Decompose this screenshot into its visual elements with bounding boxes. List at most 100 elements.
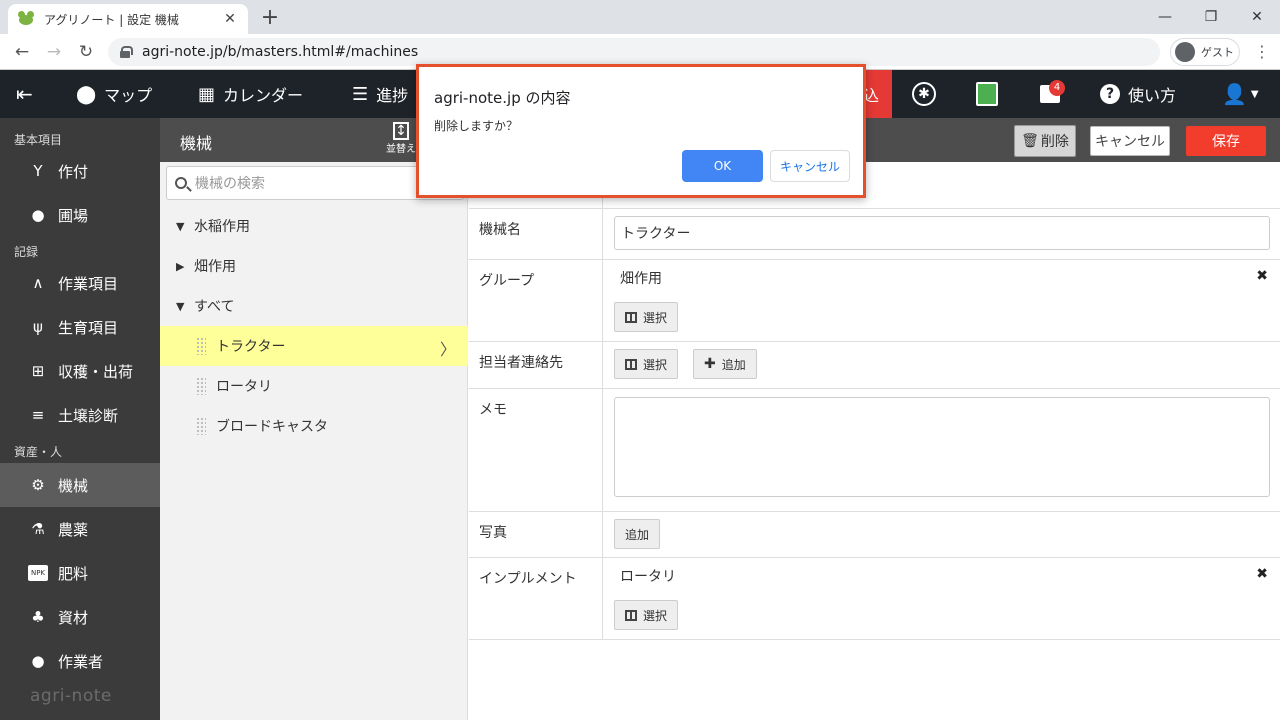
contact-label: 担当者連絡先: [469, 342, 603, 388]
browser-tab[interactable]: アグリノート | 設定 機械 ✕: [8, 4, 248, 34]
machine-name-input[interactable]: トラクター: [614, 216, 1270, 250]
sprout-icon: Y: [33, 162, 43, 180]
url-input[interactable]: agri-note.jp/b/masters.html#/machines: [108, 38, 1160, 66]
list-item-broadcaster[interactable]: ブロードキャスタ: [160, 406, 468, 446]
weather-icon[interactable]: ✱: [912, 70, 936, 118]
contact-select-button[interactable]: 選択: [614, 349, 679, 379]
delete-button[interactable]: 🗑 削除: [1014, 125, 1076, 157]
memo-label: メモ: [469, 389, 603, 511]
group-select-button[interactable]: 選択: [614, 302, 679, 332]
list-item-rotary[interactable]: ロータリ: [160, 366, 468, 406]
help-icon: ?: [1100, 84, 1120, 104]
sidebar-item-pesticides[interactable]: ⚗ 農薬: [0, 507, 160, 551]
book-icon: [625, 358, 637, 370]
reload-icon[interactable]: ↻: [74, 40, 98, 64]
dialog-message: 削除しますか？: [434, 119, 519, 133]
report-icon[interactable]: [976, 70, 998, 118]
user-icon: 👤: [1222, 82, 1247, 106]
memo-textarea[interactable]: [614, 397, 1270, 497]
group-label: グループ: [469, 260, 603, 341]
machine-list-panel: 機械の検索 ▼ 水稲作用 ▶ 畑作用 ▼ すべて トラクター〉 ロータリ ブロードキャ…: [160, 162, 468, 720]
profile-button[interactable]: ゲスト: [1170, 38, 1240, 66]
sidebar-item-work[interactable]: ∧ 作業項目: [0, 261, 160, 305]
sidebar-section-records: 記録: [14, 245, 39, 259]
menu-toggle-icon[interactable]: ⇤: [16, 70, 33, 118]
sidebar-item-fertilizer[interactable]: NPK 肥料: [0, 551, 160, 595]
frog-favicon-icon: [18, 11, 36, 27]
sidebar-item-soil[interactable]: ≡ 土壌診断: [0, 393, 160, 437]
nav-progress[interactable]: ☰ 進捗: [352, 70, 408, 118]
map-pin-icon: ⬤: [76, 83, 97, 105]
flask-icon: ⚗: [31, 520, 45, 538]
drag-handle-icon[interactable]: [196, 337, 206, 355]
sidebar-item-growth[interactable]: ψ 生育項目: [0, 305, 160, 349]
window-close-icon[interactable]: ✕: [1234, 0, 1280, 34]
implement-value: ロータリ: [620, 569, 676, 585]
list-item-tractor[interactable]: トラクター〉: [160, 326, 468, 366]
avatar-icon: [1175, 42, 1195, 62]
confirm-dialog: agri-note.jp の内容 削除しますか？ OK キャンセル: [416, 64, 866, 198]
list-icon: ☰: [352, 83, 369, 105]
page-title: 機械: [180, 134, 213, 153]
drag-handle-icon[interactable]: [196, 377, 206, 395]
lock-icon: [120, 46, 133, 58]
sidebar: 基本項目 Y 作付 ● 圃場 記録 ∧ 作業項目 ψ 生育項目 ⊞ 収穫・出荷 ≡ 土壌診断…: [0, 118, 160, 720]
url-text: agri-note.jp/b/masters.html#/machines: [142, 44, 419, 60]
sliders-icon: ≡: [31, 406, 45, 424]
sidebar-item-workers[interactable]: ● 作業者: [0, 639, 160, 683]
sidebar-section-assets: 資産・人: [14, 445, 63, 459]
chevron-right-icon: 〉: [439, 340, 456, 359]
nav-help[interactable]: ? 使い方: [1100, 70, 1176, 118]
minimize-icon[interactable]: —: [1142, 0, 1188, 34]
name-label: 機械名: [469, 209, 603, 259]
book-icon: [625, 609, 637, 621]
tab-close-icon[interactable]: ✕: [222, 11, 238, 27]
group-field[interactable]: ▶ 畑作用: [160, 246, 468, 286]
tab-title: アグリノート | 設定 機械: [44, 12, 179, 27]
photo-add-button[interactable]: 追加: [614, 519, 661, 549]
npk-icon: NPK: [28, 565, 48, 581]
calendar-icon: ▦: [198, 83, 216, 105]
dialog-ok-button[interactable]: OK: [682, 150, 763, 182]
book-icon: [625, 311, 637, 323]
growth-icon: ψ: [33, 318, 43, 336]
remove-group-icon[interactable]: ✖: [1256, 268, 1268, 284]
forward-icon[interactable]: →: [42, 40, 66, 64]
sidebar-item-harvest[interactable]: ⊞ 収穫・出荷: [0, 349, 160, 393]
basket-icon: ⊞: [31, 362, 45, 380]
machine-form: 機械名 トラクター グループ 畑作用 ✖ 選択 担当者連絡先 選択 ✚ 追加 メモ…: [469, 162, 1280, 640]
new-tab-icon[interactable]: +: [258, 5, 282, 30]
dialog-cancel-button[interactable]: キャンセル: [770, 150, 850, 182]
save-button[interactable]: 保存: [1186, 126, 1266, 156]
sort-button[interactable]: ↕ 並替え: [386, 122, 416, 155]
sidebar-item-materials[interactable]: ♣ 資材: [0, 595, 160, 639]
photo-label: 写真: [469, 512, 603, 557]
group-paddy[interactable]: ▼ 水稲作用: [160, 206, 468, 246]
menu-kebab-icon[interactable]: ⋮: [1252, 42, 1272, 62]
remove-implement-icon[interactable]: ✖: [1256, 566, 1268, 582]
back-icon[interactable]: ←: [10, 40, 34, 64]
form-row-implement: インプルメント ロータリ ✖ 選択: [469, 558, 1280, 640]
nav-map[interactable]: ⬤ マップ: [76, 70, 152, 118]
caret-down-icon: ▼: [1250, 88, 1259, 100]
implement-select-button[interactable]: 選択: [614, 600, 679, 630]
browser-tabstrip: アグリノート | 設定 機械 ✕ + — ❐ ✕: [0, 0, 1280, 34]
sidebar-item-machines[interactable]: ⚙ 機械: [0, 463, 160, 507]
sidebar-item-crops[interactable]: Y 作付: [0, 149, 160, 193]
sidebar-item-fields[interactable]: ● 圃場: [0, 193, 160, 237]
work-icon: ∧: [32, 274, 44, 292]
app-logo: agri-note: [30, 686, 112, 706]
form-row-group: グループ 畑作用 ✖ 選択: [469, 260, 1280, 342]
contact-add-button[interactable]: ✚ 追加: [693, 349, 757, 379]
profile-label: ゲスト: [1201, 46, 1234, 59]
form-row-memo: メモ: [469, 389, 1280, 512]
chat-icon[interactable]: 4: [1040, 70, 1065, 118]
triangle-down-icon: ▼: [176, 299, 185, 313]
person-icon: ●: [31, 652, 45, 670]
restore-icon[interactable]: ❐: [1188, 0, 1234, 34]
user-menu[interactable]: 👤 ▼: [1222, 70, 1259, 118]
nav-calendar[interactable]: ▦ カレンダー: [198, 70, 303, 118]
drag-handle-icon[interactable]: [196, 417, 206, 435]
cancel-button[interactable]: キャンセル: [1090, 126, 1170, 156]
group-all[interactable]: ▼ すべて: [160, 286, 468, 326]
